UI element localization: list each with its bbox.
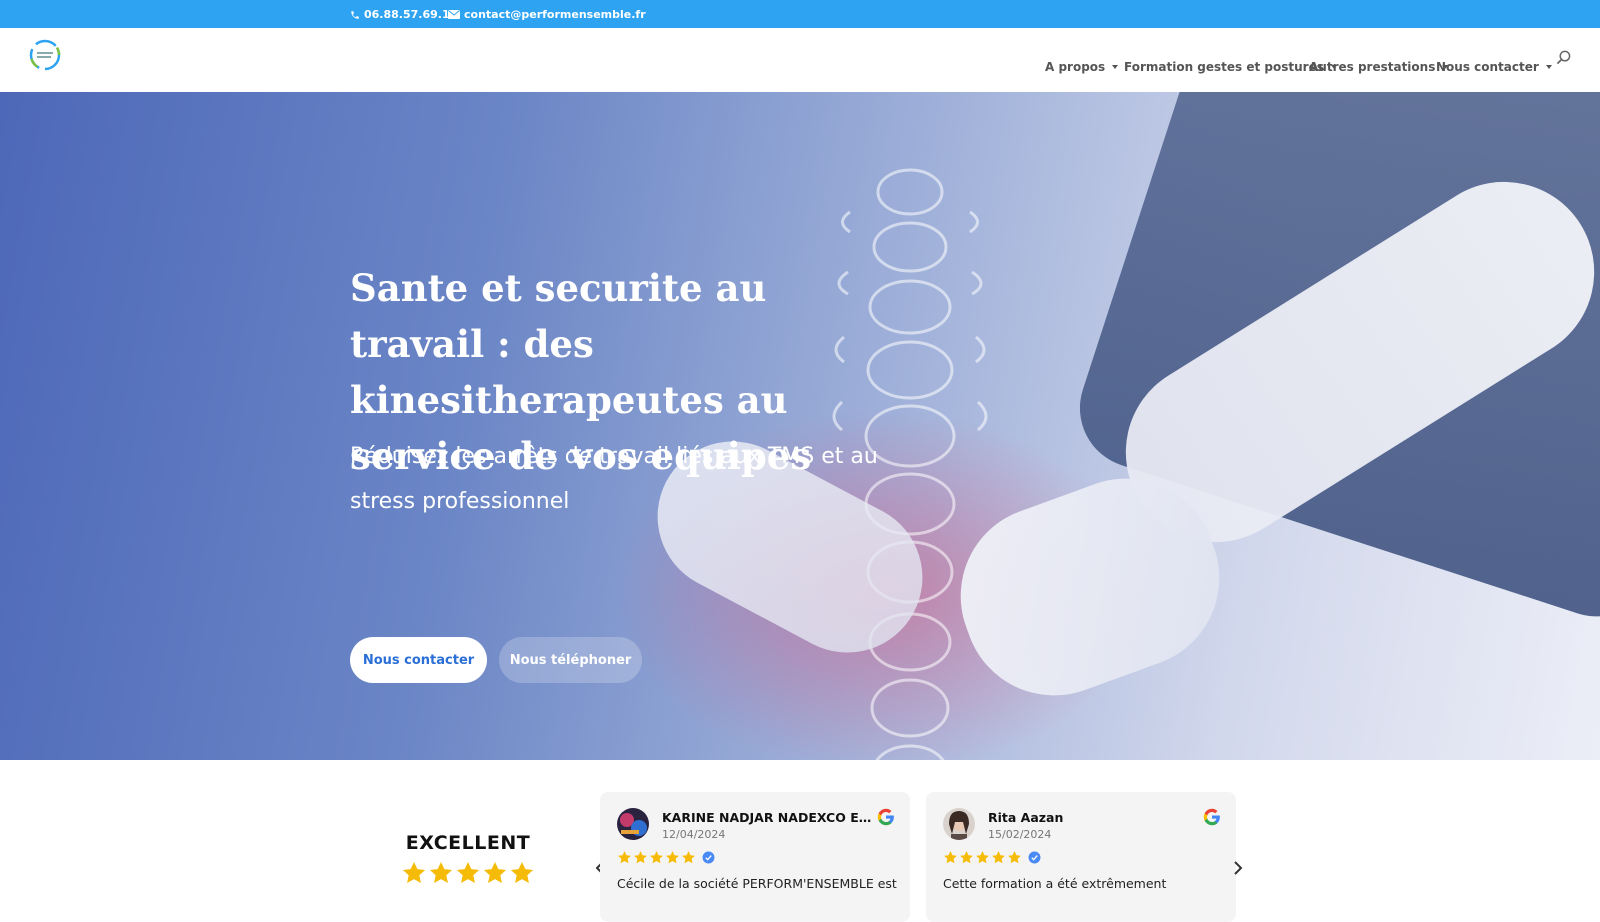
nav-item-formation[interactable]: Formation gestes et postures [1124, 60, 1337, 74]
star-icon [976, 851, 989, 864]
phone-link[interactable]: 06.88.57.69.14 [350, 8, 457, 21]
reviewer-name: KARINE NADJAR NADEXCO Expert... [662, 810, 874, 825]
review-stars [617, 850, 715, 865]
hero-section: Sante et securite au travail : des kines… [0, 92, 1600, 760]
perform-ensemble-logo[interactable] [28, 38, 62, 72]
contact-button[interactable]: Nous contacter [350, 637, 487, 683]
star-icon [634, 851, 647, 864]
review-card: Rita Aazan 15/02/2024 Cette formation a … [926, 792, 1236, 922]
email-address: contact@performensemble.fr [464, 8, 646, 21]
star-icon [650, 851, 663, 864]
rating-stars [398, 860, 538, 886]
phone-number: 06.88.57.69.14 [364, 8, 458, 21]
nav-item-autres-prestations[interactable]: Autres prestations [1309, 60, 1449, 74]
star-icon [618, 851, 631, 864]
star-icon [402, 861, 426, 883]
reviewer-name: Rita Aazan [988, 810, 1064, 825]
main-header: A propos Formation gestes et postures Au… [0, 28, 1600, 92]
star-icon [456, 861, 480, 883]
star-icon [666, 851, 679, 864]
search-icon[interactable] [1556, 50, 1571, 65]
nav-item-nous-contacter[interactable]: Nous contacter [1436, 60, 1552, 74]
star-icon [960, 851, 973, 864]
top-bar: 06.88.57.69.14 contact@performensemble.f… [0, 0, 1600, 28]
rating-label: EXCELLENT [405, 832, 531, 854]
caret-down-icon [1545, 65, 1552, 69]
reviews-section: EXCELLENT KARINE NADJAR NADEXCO Expert..… [0, 760, 1600, 922]
review-date: 12/04/2024 [662, 828, 726, 841]
review-text: Cette formation a été extrêmement [943, 876, 1167, 891]
email-icon [448, 10, 460, 19]
rating-summary: EXCELLENT [398, 832, 538, 886]
star-icon [944, 851, 957, 864]
chevron-right-icon[interactable] [1232, 860, 1244, 876]
review-card: KARINE NADJAR NADEXCO Expert... 12/04/20… [600, 792, 910, 922]
star-icon [429, 861, 453, 883]
star-icon [682, 851, 695, 864]
star-icon [483, 861, 507, 883]
nav-label: A propos [1045, 60, 1106, 74]
nav-item-a-propos[interactable]: A propos [1045, 60, 1119, 74]
nav-label: Autres prestations [1309, 60, 1436, 74]
review-text: Cécile de la société PERFORM'ENSEMBLE es… [617, 876, 897, 891]
caret-down-icon [1112, 65, 1119, 69]
star-icon [510, 861, 534, 883]
nav-label: Nous contacter [1436, 60, 1539, 74]
phone-icon [351, 10, 359, 19]
reviewer-avatar [943, 808, 975, 840]
google-icon [1203, 808, 1220, 826]
hero-subtitle: Réduisez les arrêts de travail liés aux … [350, 444, 878, 514]
review-date: 15/02/2024 [988, 828, 1052, 841]
call-button[interactable]: Nous téléphoner [499, 637, 642, 683]
email-link[interactable]: contact@performensemble.fr [448, 8, 646, 21]
google-icon [877, 808, 894, 826]
star-icon [992, 851, 1005, 864]
star-icon [1008, 851, 1021, 864]
reviewer-avatar [617, 808, 649, 840]
review-stars [943, 850, 1041, 865]
verified-icon [1028, 851, 1041, 864]
verified-icon [702, 851, 715, 864]
nav-label: Formation gestes et postures [1124, 60, 1324, 74]
